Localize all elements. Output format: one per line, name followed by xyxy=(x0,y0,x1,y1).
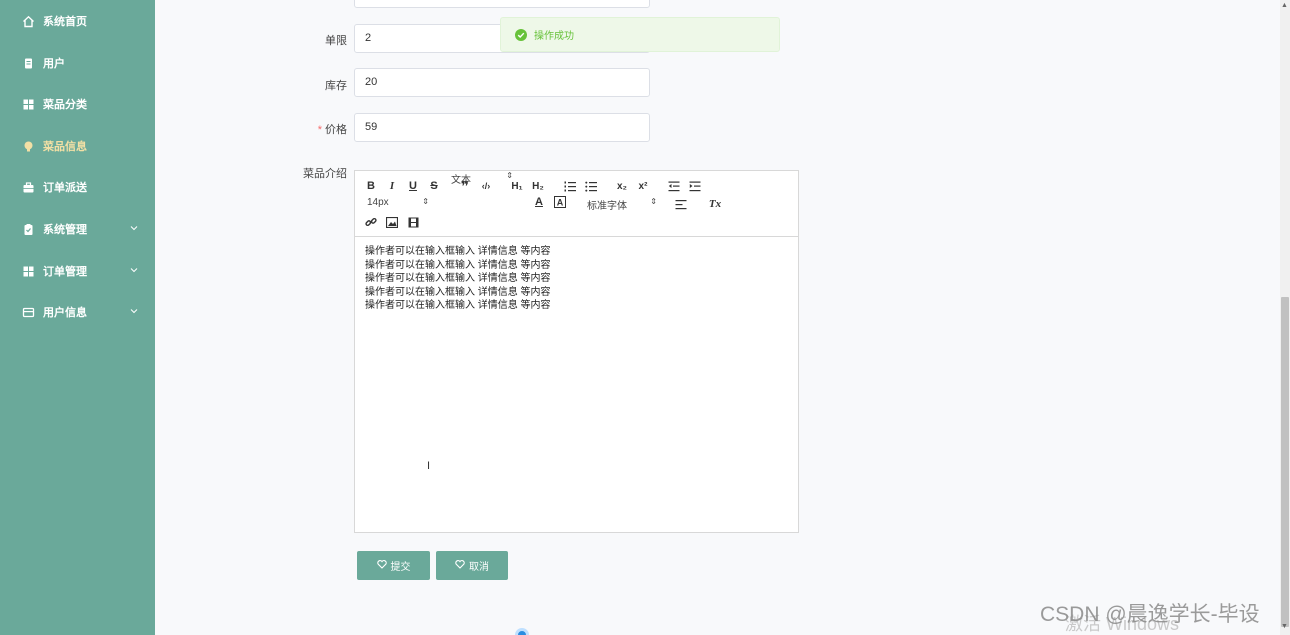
outdent-icon[interactable] xyxy=(666,179,682,193)
price-label-text: 价格 xyxy=(325,124,347,136)
sidebar-item-label: 系统管理 xyxy=(43,224,87,236)
required-mark: * xyxy=(317,124,322,136)
italic-icon[interactable]: I xyxy=(384,179,400,193)
sidebar-item-home[interactable]: 系统首页 xyxy=(0,6,155,36)
limit-label: 单限 xyxy=(325,35,347,47)
editor-line: 操作者可以在输入框输入 详情信息 等内容 xyxy=(365,259,551,271)
text-cursor-icon: I xyxy=(427,460,431,472)
previous-field-input[interactable] xyxy=(354,0,650,8)
sidebar-item-user-info[interactable]: 用户信息 xyxy=(0,297,155,327)
svg-text:A: A xyxy=(557,198,564,208)
scroll-down-icon[interactable]: ▼ xyxy=(1281,623,1288,630)
link-icon[interactable] xyxy=(363,215,379,229)
sidebar-item-order-management[interactable]: 订单管理 xyxy=(0,256,155,286)
cancel-button[interactable]: 取消 xyxy=(436,551,508,580)
chevron-down-icon xyxy=(130,306,138,314)
underline-icon[interactable]: U xyxy=(405,179,421,193)
font-size-select[interactable]: 14px ⇕ xyxy=(367,197,429,211)
block-type-value: 文本 xyxy=(451,175,471,186)
sidebar-item-order-delivery[interactable]: 订单派送 xyxy=(0,172,155,202)
chevron-down-icon xyxy=(130,265,138,273)
editor-toolbar: B I U S ❞ ‹/› H₁ H₂ x₂ x² 14px ⇕ 文本 ⇕ A A xyxy=(355,171,798,237)
stock-input[interactable]: 20 xyxy=(354,68,650,97)
success-toast: 操作成功 xyxy=(500,17,780,52)
csdn-watermark: CSDN @晨逸学长-毕设 xyxy=(1040,603,1260,626)
font-size-value: 14px xyxy=(367,197,389,208)
font-color-icon[interactable]: A xyxy=(531,195,547,209)
font-family-value: 标准字体 xyxy=(587,201,627,212)
cancel-label: 取消 xyxy=(469,562,489,573)
sidebar-item-label: 系统首页 xyxy=(43,16,87,28)
scrollbar-thumb[interactable] xyxy=(1281,297,1289,627)
submit-label: 提交 xyxy=(390,562,411,573)
clear-format-icon[interactable]: Tx xyxy=(707,197,723,211)
strikethrough-icon[interactable]: S xyxy=(426,179,442,193)
superscript-icon[interactable]: x² xyxy=(635,179,651,193)
subscript-icon[interactable]: x₂ xyxy=(614,179,630,193)
sidebar-item-label: 用户信息 xyxy=(43,307,87,319)
image-icon[interactable] xyxy=(384,215,400,229)
sidebar-item-label: 菜品分类 xyxy=(43,99,87,111)
chevron-down-icon xyxy=(130,223,138,231)
price-label: * 价格 xyxy=(287,121,347,137)
bullet-list-icon[interactable] xyxy=(583,179,599,193)
check-circle-icon xyxy=(515,29,527,41)
select-arrows-icon: ⇕ xyxy=(506,171,513,180)
lightbulb-icon xyxy=(22,140,35,153)
grid-icon xyxy=(22,265,35,278)
select-arrows-icon: ⇕ xyxy=(650,197,657,206)
intro-label: 菜品介绍 xyxy=(303,168,347,180)
background-color-icon[interactable]: A xyxy=(552,195,568,209)
select-arrows-icon: ⇕ xyxy=(422,197,429,206)
sidebar-item-label: 订单管理 xyxy=(43,266,87,278)
indent-icon[interactable] xyxy=(687,179,703,193)
heart-icon xyxy=(455,559,465,572)
heading2-icon[interactable]: H₂ xyxy=(530,179,546,193)
video-icon[interactable] xyxy=(405,215,421,229)
grid-icon xyxy=(22,98,35,111)
editor-line: 操作者可以在输入框输入 详情信息 等内容 xyxy=(365,246,551,257)
home-icon xyxy=(22,15,35,28)
floating-indicator[interactable] xyxy=(515,628,529,635)
align-icon[interactable] xyxy=(673,197,689,211)
scroll-up-icon[interactable]: ▲ xyxy=(1281,2,1288,9)
card-icon xyxy=(22,306,35,319)
editor-line: 操作者可以在输入框输入 详情信息 等内容 xyxy=(365,273,551,285)
toast-message: 操作成功 xyxy=(534,31,574,42)
sidebar-item-system-management[interactable]: 系统管理 xyxy=(0,214,155,244)
bold-icon[interactable]: B xyxy=(363,179,379,193)
editor-line: 操作者可以在输入框输入 详情信息 等内容 xyxy=(365,300,551,312)
document-icon xyxy=(22,57,35,70)
sidebar-item-label: 用户 xyxy=(43,58,65,70)
font-family-select[interactable]: 标准字体 ⇕ xyxy=(587,197,657,212)
sidebar-item-user[interactable]: 用户 xyxy=(0,48,155,78)
block-type-select[interactable]: 文本 ⇕ xyxy=(451,171,513,186)
sidebar-item-dish-category[interactable]: 菜品分类 xyxy=(0,89,155,119)
submit-button[interactable]: 提交 xyxy=(357,551,430,580)
sidebar-item-dish-info[interactable]: 菜品信息 xyxy=(0,131,155,161)
briefcase-icon xyxy=(22,181,35,194)
ordered-list-icon[interactable] xyxy=(562,179,578,193)
price-input[interactable]: 59 xyxy=(354,113,650,142)
editor-content[interactable]: 操作者可以在输入框输入 详情信息 等内容 操作者可以在输入框输入 详情信息 等内… xyxy=(365,245,785,313)
heart-icon xyxy=(376,559,387,572)
rich-text-editor: B I U S ❞ ‹/› H₁ H₂ x₂ x² 14px ⇕ 文本 ⇕ A A xyxy=(354,170,799,533)
clipboard-icon xyxy=(22,223,35,236)
sidebar: 系统首页 用户 菜品分类 菜品信息 订单派送 系统管理 订单管理 用户信息 xyxy=(0,0,155,635)
sidebar-item-label: 订单派送 xyxy=(43,182,87,194)
stock-label: 库存 xyxy=(325,80,347,92)
editor-line: 操作者可以在输入框输入 详情信息 等内容 xyxy=(365,286,551,298)
sidebar-item-label: 菜品信息 xyxy=(43,141,87,153)
